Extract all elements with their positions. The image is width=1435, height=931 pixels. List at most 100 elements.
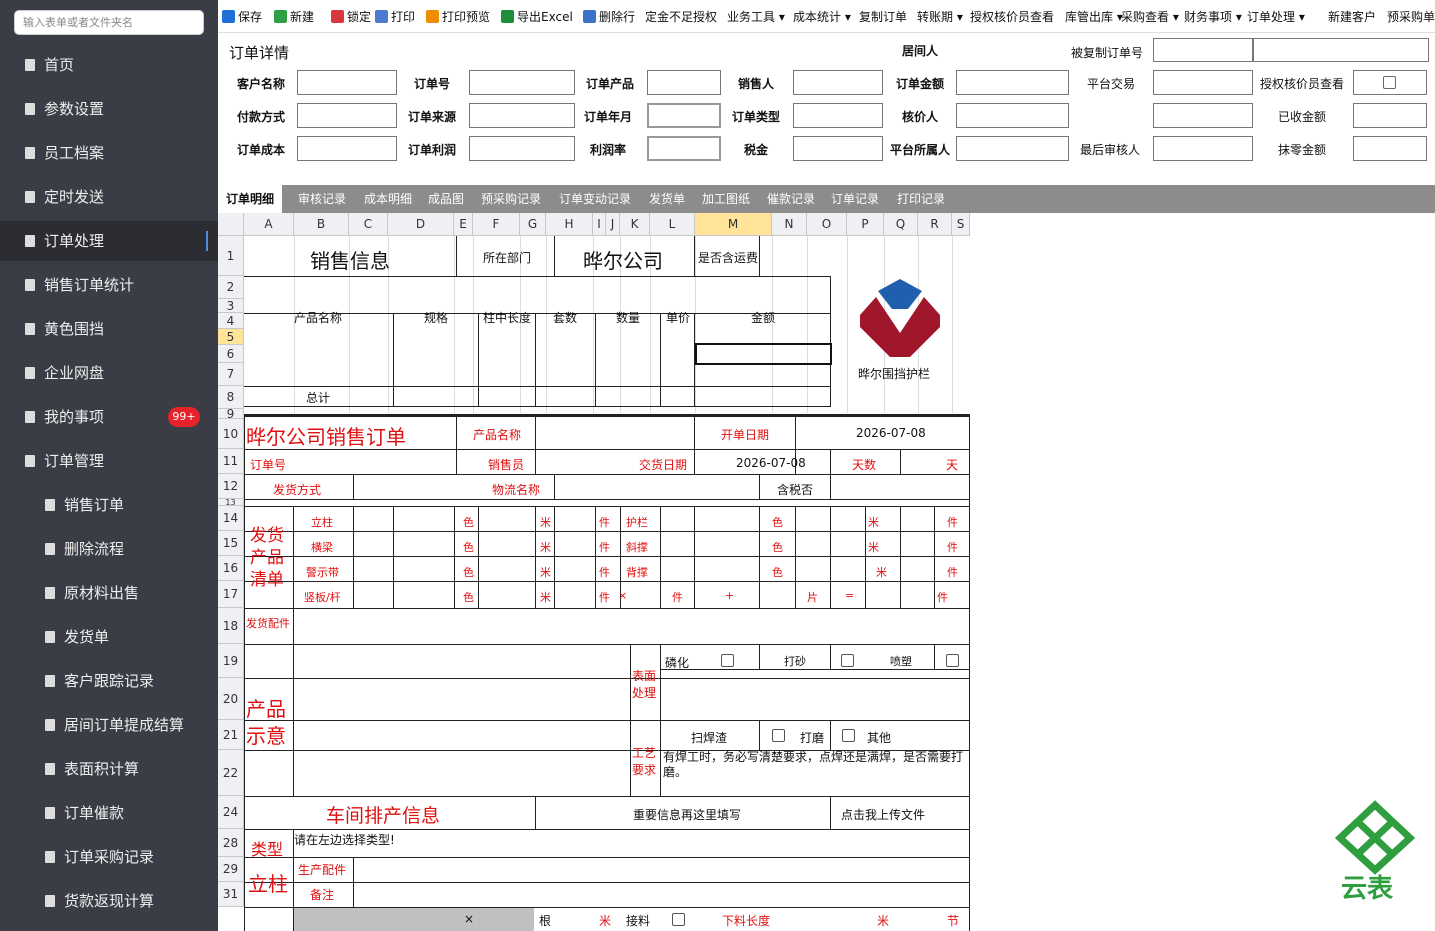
copied-order-field[interactable] xyxy=(1153,38,1253,62)
column-header[interactable]: K xyxy=(620,213,650,236)
order-product-field[interactable] xyxy=(647,70,721,95)
row-header[interactable]: 16 xyxy=(218,556,244,581)
row-header[interactable]: 13 xyxy=(218,499,244,507)
sanding-checkbox[interactable] xyxy=(841,654,854,667)
sidebar-item[interactable]: 货款返现计算 xyxy=(0,881,218,921)
row-header[interactable]: 17 xyxy=(218,581,244,608)
customer-field[interactable] xyxy=(297,70,397,95)
column-header[interactable]: I xyxy=(593,213,606,236)
deliver-date-value[interactable]: 2026-07-08 xyxy=(736,456,806,470)
grind-checkbox[interactable] xyxy=(842,729,855,742)
toolbar-button[interactable]: 预采购单 xyxy=(1387,8,1435,25)
column-header[interactable]: A xyxy=(244,213,294,236)
row-header[interactable]: 21 xyxy=(218,720,244,750)
sidebar-item[interactable]: 黄色围挡 xyxy=(0,309,218,349)
column-header[interactable]: F xyxy=(473,213,520,236)
column-header[interactable]: D xyxy=(388,213,454,236)
pricer-field[interactable] xyxy=(956,103,1069,128)
row-header[interactable]: 29 xyxy=(218,857,244,882)
toolbar-button[interactable]: 新建 xyxy=(274,8,314,25)
source-field[interactable] xyxy=(469,103,575,128)
joint-checkbox[interactable] xyxy=(672,913,685,926)
row-header[interactable]: 28 xyxy=(218,829,244,857)
row-header[interactable]: 1 xyxy=(218,236,244,276)
open-date-value[interactable]: 2026-07-08 xyxy=(856,426,926,440)
sales-field[interactable] xyxy=(793,70,883,95)
row-header[interactable]: 5 xyxy=(218,329,244,345)
sidebar-item[interactable]: 我的事项 99+ xyxy=(0,397,218,437)
margin-field[interactable] xyxy=(647,136,721,161)
tax-field[interactable] xyxy=(793,136,883,161)
column-header[interactable]: C xyxy=(349,213,388,236)
row-header[interactable]: 2 xyxy=(218,276,244,299)
sidebar-item[interactable]: 表面积计算 xyxy=(0,749,218,789)
row-header[interactable]: 15 xyxy=(218,531,244,556)
column-header[interactable]: M xyxy=(695,213,772,236)
row-header[interactable]: 31 xyxy=(218,882,244,907)
cost-field[interactable] xyxy=(297,136,397,161)
toolbar-button[interactable]: 业务工具 ▾ xyxy=(727,8,785,25)
tab[interactable]: 成品图 xyxy=(420,185,472,213)
platform-field[interactable] xyxy=(1153,70,1253,95)
sidebar-item[interactable]: 删除流程 xyxy=(0,529,218,569)
tab[interactable]: 审核记录 xyxy=(290,185,354,213)
toolbar-button[interactable]: 成本统计 ▾ xyxy=(793,8,851,25)
column-header[interactable]: G xyxy=(520,213,546,236)
spray-checkbox[interactable] xyxy=(946,654,959,667)
tab[interactable]: 订单记录 xyxy=(823,185,887,213)
row-header[interactable]: 3 xyxy=(218,299,244,313)
sidebar-item[interactable]: 销售订单 xyxy=(0,485,218,525)
toolbar-button[interactable]: 采购查看 ▾ xyxy=(1121,8,1179,25)
row-header[interactable]: 9 xyxy=(218,408,244,420)
toolbar-button[interactable]: 打印 xyxy=(375,8,415,25)
toolbar-button[interactable]: 打印预览 xyxy=(426,8,490,25)
toolbar-button[interactable]: 定金不足授权 xyxy=(645,8,717,25)
payment-field[interactable] xyxy=(297,103,397,128)
column-header[interactable]: B xyxy=(294,213,349,236)
column-header[interactable]: N xyxy=(772,213,807,236)
sidebar-item[interactable]: 客户跟踪记录 xyxy=(0,661,218,701)
blank-field[interactable] xyxy=(1153,103,1253,128)
column-header[interactable]: R xyxy=(918,213,952,236)
column-header[interactable]: L xyxy=(650,213,695,236)
sidebar-item[interactable]: 首页 xyxy=(0,45,218,85)
order-ym-field[interactable] xyxy=(647,103,721,128)
sidebar-item[interactable]: 订单管理 xyxy=(0,441,218,481)
toolbar-button[interactable]: 复制订单 xyxy=(859,8,907,25)
column-header[interactable]: O xyxy=(807,213,847,236)
sidebar-item[interactable]: 定时发送 xyxy=(0,177,218,217)
row-header[interactable]: 22 xyxy=(218,750,244,796)
received-field[interactable] xyxy=(1353,103,1427,128)
tab[interactable]: 预采购记录 xyxy=(473,185,549,213)
copied-order-field-2[interactable] xyxy=(1253,38,1429,62)
column-header[interactable]: E xyxy=(454,213,473,236)
r31-gray-cell[interactable] xyxy=(294,908,534,931)
row-header[interactable]: 4 xyxy=(218,313,244,329)
row-header[interactable]: 19 xyxy=(218,644,244,678)
craft-note[interactable]: 有焊工时，务必写清楚要求，点焊还是满焊，是否需要打磨。 xyxy=(663,750,968,780)
authorize-checkbox[interactable] xyxy=(1383,76,1396,89)
sidebar-item[interactable]: 企业网盘 xyxy=(0,353,218,393)
toolbar-button[interactable]: 授权核价员查看 xyxy=(970,8,1054,25)
row-header[interactable]: 24 xyxy=(218,796,244,829)
profit-field[interactable] xyxy=(469,136,575,161)
row-header[interactable]: 10 xyxy=(218,419,244,449)
row-header[interactable]: 7 xyxy=(218,363,244,386)
selected-cell[interactable] xyxy=(695,343,832,365)
column-header[interactable]: Q xyxy=(884,213,918,236)
order-type-field[interactable] xyxy=(793,103,883,128)
phosphating-checkbox[interactable] xyxy=(721,654,734,667)
row-header[interactable]: 6 xyxy=(218,345,244,363)
sidebar-item[interactable]: 参数设置 xyxy=(0,89,218,129)
owner-field[interactable] xyxy=(956,136,1069,161)
column-header[interactable]: P xyxy=(847,213,884,236)
toolbar-button[interactable]: 库管出库 ▾ xyxy=(1065,8,1123,25)
search-input[interactable]: 输入表单或者文件夹名 xyxy=(14,10,204,35)
toolbar-button[interactable]: 新建客户 xyxy=(1328,8,1376,25)
sidebar-item[interactable]: 订单处理 xyxy=(0,221,218,261)
sidebar-item[interactable]: 发货单 xyxy=(0,617,218,657)
tab[interactable]: 加工图纸 xyxy=(694,185,758,213)
sidebar-item[interactable]: 销售订单统计 xyxy=(0,265,218,305)
toolbar-button[interactable]: 保存 xyxy=(222,8,262,25)
order-no-field[interactable] xyxy=(469,70,575,95)
